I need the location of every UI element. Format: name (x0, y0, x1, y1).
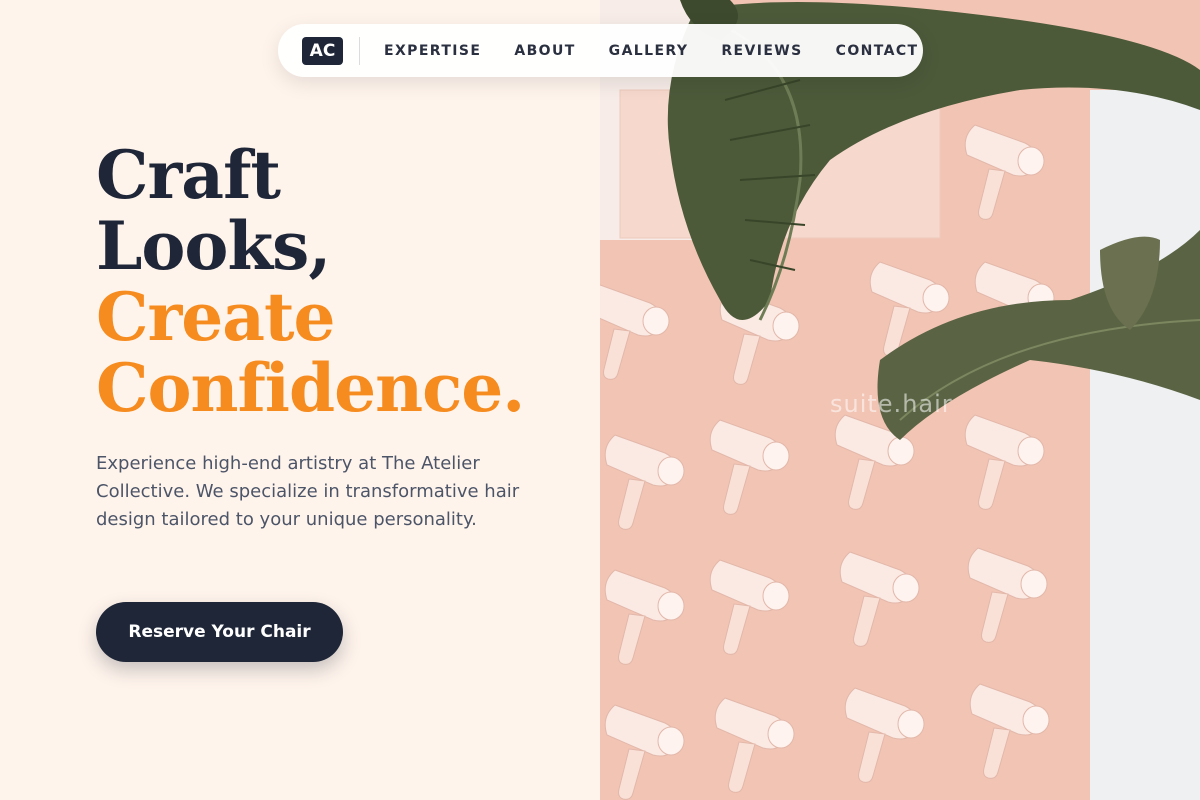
image-watermark: suite.hair (830, 390, 953, 418)
top-navigation: AC EXPERTISE ABOUT GALLERY REVIEWS CONTA… (278, 24, 923, 77)
hero-headline: Craft Looks, Create Confidence. (96, 136, 525, 427)
nav-links: EXPERTISE ABOUT GALLERY REVIEWS CONTACT (384, 43, 918, 59)
reserve-chair-button[interactable]: Reserve Your Chair (96, 602, 343, 662)
nav-link-reviews[interactable]: REVIEWS (721, 43, 802, 59)
headline-line-2: Looks, (96, 207, 331, 285)
headline-line-4: Confidence. (96, 349, 525, 427)
headline-line-3: Create (96, 278, 336, 356)
nav-link-expertise[interactable]: EXPERTISE (384, 43, 481, 59)
hero-description: Experience high-end artistry at The Atel… (96, 453, 520, 530)
nav-link-contact[interactable]: CONTACT (836, 43, 919, 59)
nav-link-about[interactable]: ABOUT (514, 43, 575, 59)
headline-line-1: Craft (96, 136, 281, 214)
nav-divider (359, 36, 360, 65)
brand-logo[interactable]: AC (302, 36, 343, 65)
nav-link-gallery[interactable]: GALLERY (609, 43, 689, 59)
